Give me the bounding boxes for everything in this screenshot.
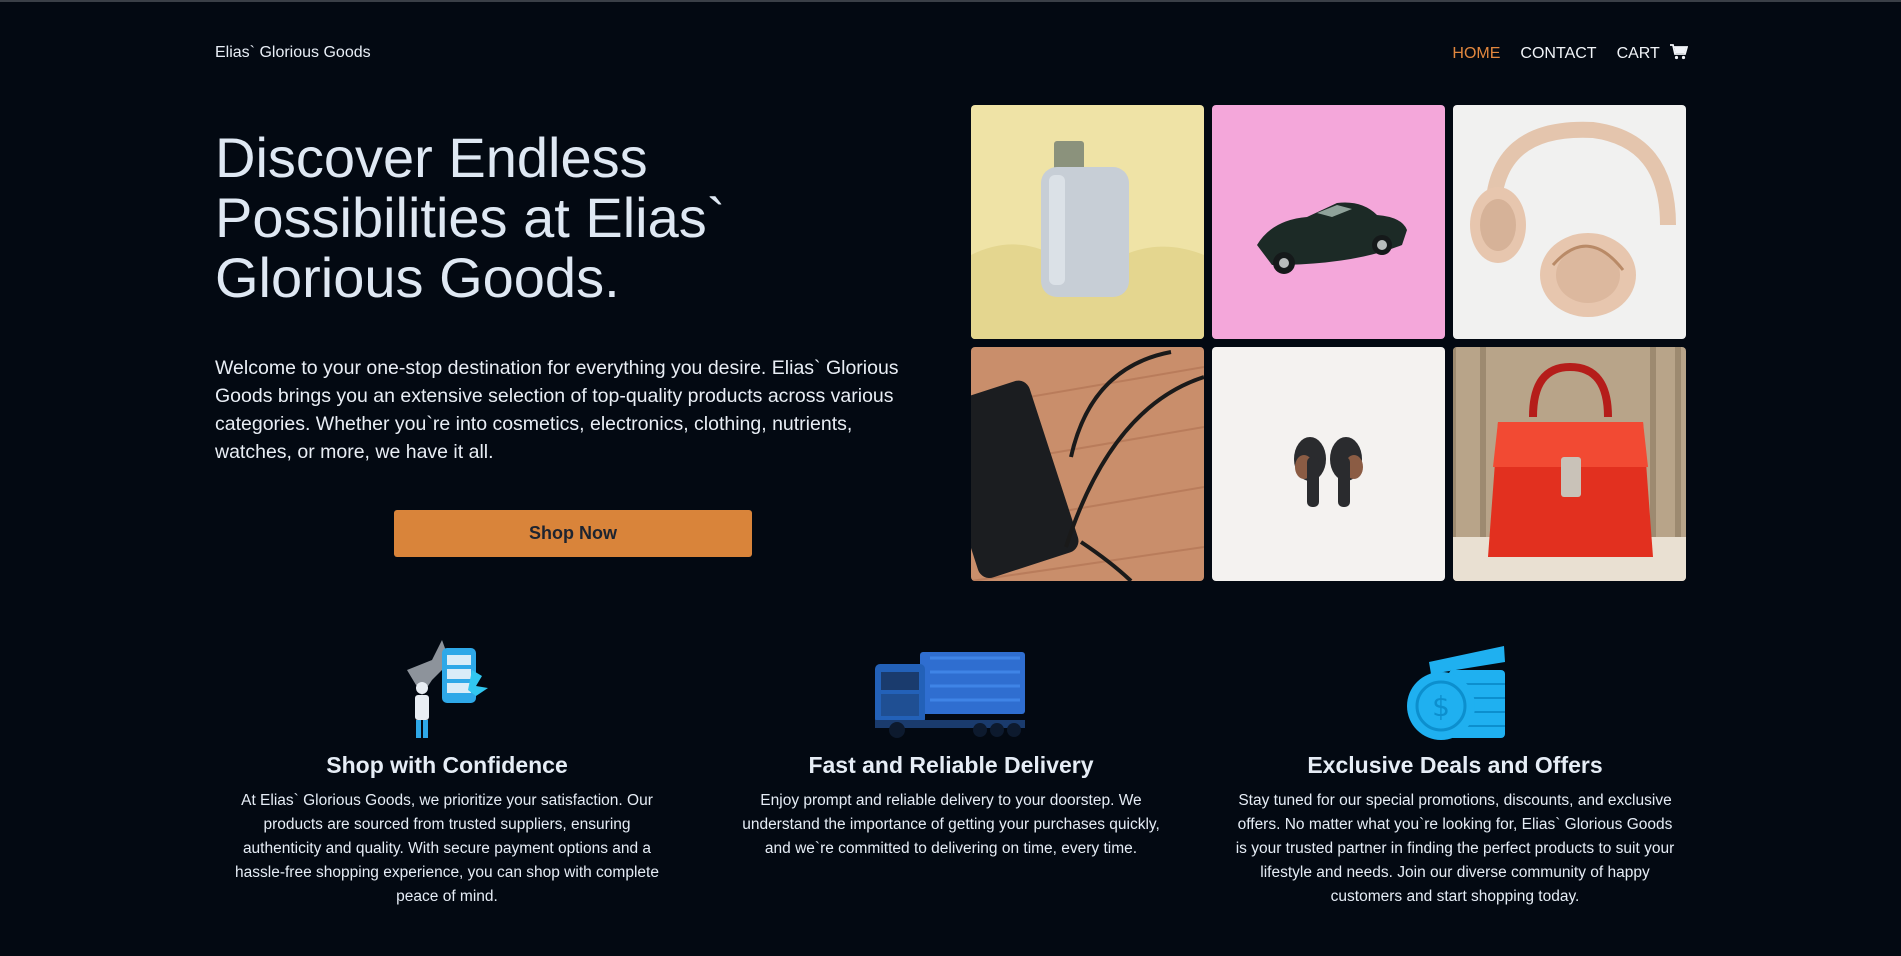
nav-contact-link[interactable]: CONTACT (1520, 45, 1596, 63)
page: Elias` Glorious Goods HOME CONTACT CART … (0, 0, 1901, 956)
shop-now-button[interactable]: Shop Now (394, 510, 752, 557)
earbuds-image (1212, 347, 1445, 581)
coins-deals-illustration: $ (1407, 646, 1505, 740)
product-tile-earbuds[interactable] (1212, 347, 1445, 581)
power-bank-image (971, 347, 1204, 581)
brand-logo[interactable]: Elias` Glorious Goods (215, 44, 371, 62)
product-tile-power-bank[interactable] (971, 347, 1204, 581)
feature-title: Exclusive Deals and Offers (1307, 752, 1603, 778)
feature-title: Shop with Confidence (326, 752, 568, 778)
hero-title: Discover Endless Possibilities at Elias`… (215, 126, 726, 309)
feature-text: Stay tuned for our special promotions, d… (1235, 792, 1675, 905)
feature-exclusive-deals: $ Exclusive Deals and Offers Stay tuned … (1230, 640, 1680, 909)
nav-home-link[interactable]: HOME (1452, 45, 1500, 63)
svg-text:$: $ (1432, 690, 1450, 723)
toy-car-image (1212, 105, 1445, 339)
feature-fast-delivery: Fast and Reliable Delivery Enjoy prompt … (726, 640, 1176, 861)
feature-title: Fast and Reliable Delivery (808, 752, 1094, 778)
feature-text: At Elias` Glorious Goods, we prioritize … (235, 792, 659, 905)
product-tile-toy-car[interactable] (1212, 105, 1445, 339)
nav-cart-label: CART (1616, 45, 1660, 62)
shopping-confidence-illustration (407, 640, 488, 738)
handbag-image (1453, 347, 1686, 581)
product-image-grid (971, 105, 1686, 581)
perfume-bottle-image (971, 105, 1204, 339)
nav-cart-link[interactable]: CART (1617, 44, 1688, 63)
product-tile-handbag[interactable] (1453, 347, 1686, 581)
headphones-image (1453, 105, 1686, 339)
cart-icon (1670, 44, 1688, 60)
delivery-truck-illustration (875, 652, 1025, 738)
product-tile-headphones[interactable] (1453, 105, 1686, 339)
top-border (0, 0, 1901, 2)
feature-text: Enjoy prompt and reliable delivery to yo… (742, 792, 1160, 857)
hero-description: Welcome to your one-stop destination for… (215, 357, 899, 463)
product-tile-perfume[interactable] (971, 105, 1204, 339)
main-nav: HOME CONTACT CART (1452, 44, 1688, 63)
feature-shop-confidence: Shop with Confidence At Elias` Glorious … (222, 640, 672, 909)
